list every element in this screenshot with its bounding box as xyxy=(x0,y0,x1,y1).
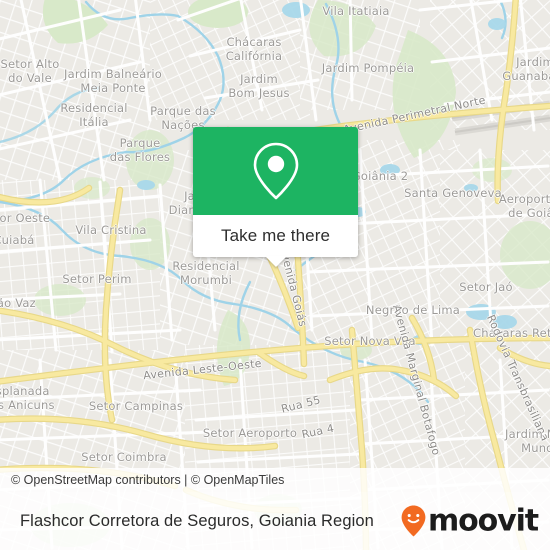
map-attribution-bar: © OpenStreetMap contributors | © OpenMap… xyxy=(0,468,550,492)
take-me-there-button[interactable]: Take me there xyxy=(193,215,358,257)
moovit-wordmark: moovit xyxy=(427,503,539,538)
attribution-text[interactable]: © OpenStreetMap contributors | © OpenMap… xyxy=(0,473,284,487)
map-screen: Vila Itatiaia Chácaras Califórnia Jardim P… xyxy=(0,0,550,550)
location-popup[interactable]: Take me there xyxy=(193,127,358,267)
popup-image-placeholder xyxy=(193,127,358,215)
moovit-smiley-pin-icon xyxy=(401,505,426,537)
take-me-there-label: Take me there xyxy=(220,226,331,245)
popup-pointer-tail xyxy=(264,256,287,267)
location-title: Flashcor Corretora de Seguros, Goiania R… xyxy=(20,511,374,530)
moovit-logo[interactable]: moovit xyxy=(400,503,539,538)
footer-bar: Flashcor Corretora de Seguros, Goiania R… xyxy=(0,492,550,550)
map-pin-icon xyxy=(253,142,298,200)
